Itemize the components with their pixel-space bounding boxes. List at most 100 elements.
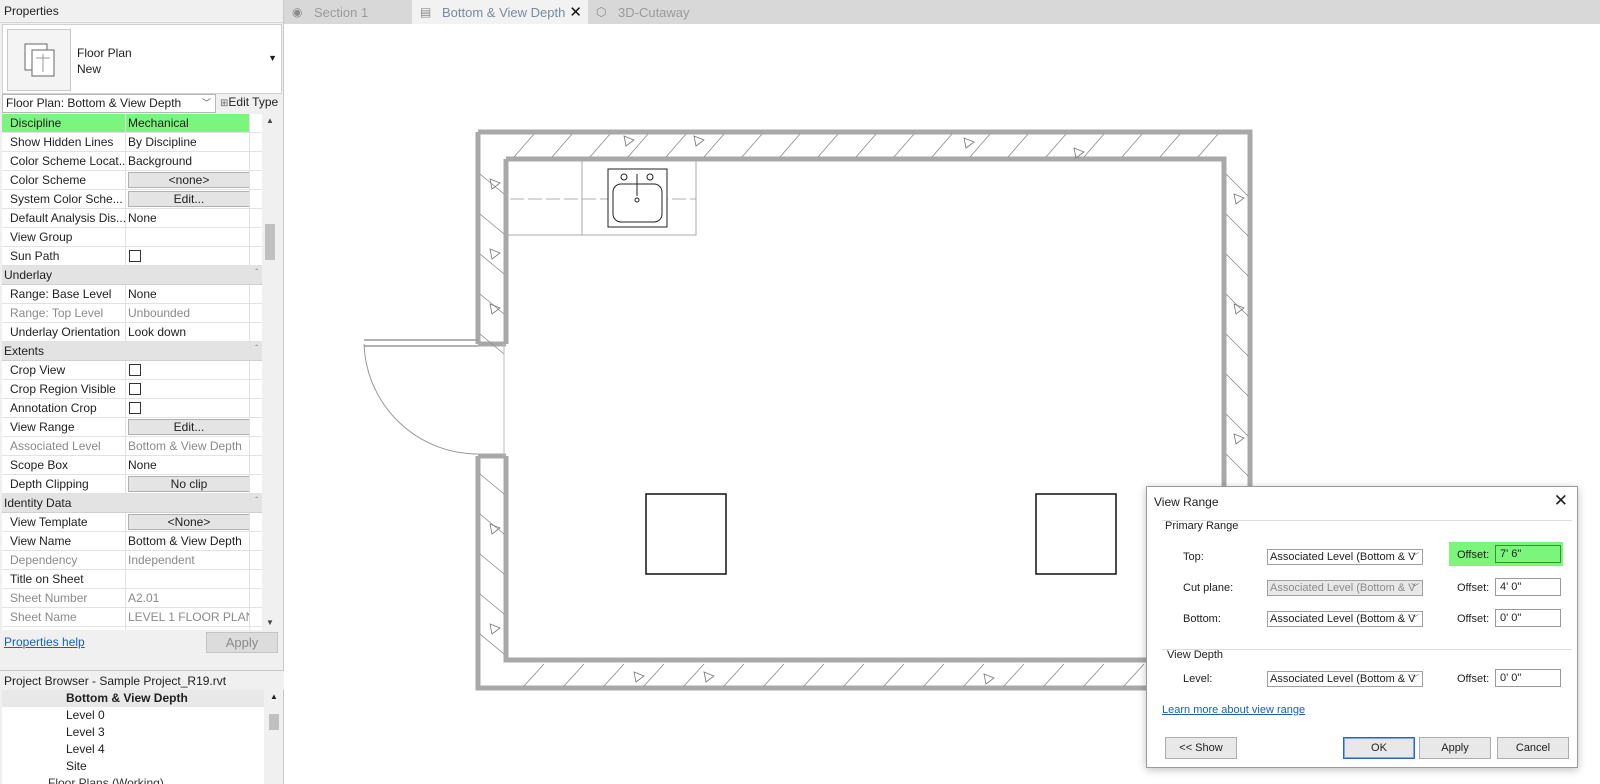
project-browser-scrollbar[interactable]: ▲ <box>266 690 282 784</box>
ok-button[interactable]: OK <box>1343 737 1415 759</box>
property-value[interactable]: By Discipline <box>126 133 250 151</box>
property-value[interactable]: Edit... <box>126 418 250 436</box>
bottom-level-combo[interactable]: Associated Level (Bottom & V ﹀ <box>1267 611 1423 627</box>
property-row-referencing-sheet[interactable]: Referencing Sheet <box>2 627 262 630</box>
browser-item-floor-plans-working[interactable]: Floor Plans (Working) <box>2 775 264 784</box>
property-row-show-hidden-lines[interactable]: Show Hidden Lines By Discipline <box>2 133 262 152</box>
property-row-sheet-number[interactable]: Sheet Number A2.01 <box>2 589 262 608</box>
property-row-color-scheme-locat[interactable]: Color Scheme Locat... Background <box>2 152 262 171</box>
property-button[interactable]: <none> <box>128 172 249 188</box>
property-button[interactable]: <None> <box>128 514 249 530</box>
property-button[interactable]: Edit... <box>128 419 249 435</box>
property-value[interactable] <box>126 247 250 265</box>
property-value[interactable] <box>126 399 250 417</box>
edit-type-button[interactable]: ⊞Edit Type <box>220 95 278 109</box>
property-value[interactable]: <None> <box>126 513 250 531</box>
property-row-color-scheme[interactable]: Color Scheme <none> <box>2 171 262 190</box>
scroll-thumb[interactable] <box>265 224 275 260</box>
property-value[interactable] <box>126 228 250 246</box>
property-row-associated-level[interactable]: Associated Level Bottom & View Depth <box>2 437 262 456</box>
properties-apply-button[interactable]: Apply <box>206 632 278 653</box>
property-value[interactable]: None <box>126 209 250 227</box>
property-value[interactable]: None <box>126 456 250 474</box>
property-button[interactable]: Edit... <box>128 191 249 207</box>
view-depth-level-combo[interactable]: Associated Level (Bottom & V ﹀ <box>1267 671 1423 687</box>
property-value[interactable] <box>126 570 250 588</box>
property-value[interactable]: Bottom & View Depth <box>126 437 250 455</box>
top-level-combo[interactable]: Associated Level (Bottom & V ﹀ <box>1267 549 1423 565</box>
scroll-up-icon[interactable]: ▲ <box>266 690 282 704</box>
property-name: Sheet Name <box>2 608 126 626</box>
property-value[interactable]: Independent <box>126 551 250 569</box>
checkbox[interactable] <box>129 383 141 395</box>
close-icon[interactable]: ✕ <box>1554 491 1568 511</box>
browser-item-bottom-view-depth[interactable]: Bottom & View Depth <box>2 690 264 707</box>
property-value[interactable]: None <box>126 285 250 303</box>
instance-filter-dropdown[interactable]: Floor Plan: Bottom & View Depth ﹀ <box>2 94 216 113</box>
property-row-system-color-sche[interactable]: System Color Sche... Edit... <box>2 190 262 209</box>
show-button[interactable]: << Show <box>1165 737 1237 759</box>
checkbox[interactable] <box>129 402 141 414</box>
property-value[interactable]: Unbounded <box>126 304 250 322</box>
cut-plane-level-combo[interactable]: Associated Level (Bottom & V ﹀ <box>1267 580 1423 596</box>
property-row-dependency[interactable]: Dependency Independent <box>2 551 262 570</box>
property-value[interactable]: LEVEL 1 FLOOR PLAN <box>126 608 250 626</box>
property-row-view-template[interactable]: View Template <None> <box>2 513 262 532</box>
property-value[interactable] <box>126 361 250 379</box>
property-value[interactable]: <none> <box>126 171 250 189</box>
tab-3d-cutaway[interactable]: ⬡ 3D-Cutaway <box>588 0 728 24</box>
tab-bottom-view-depth[interactable]: ▤ Bottom & View Depth ✕ <box>412 0 588 24</box>
learn-more-link[interactable]: Learn more about view range <box>1162 704 1305 716</box>
browser-item-site[interactable]: Site <box>2 758 264 775</box>
group-header-underlay[interactable]: Underlay ˆ <box>2 266 262 285</box>
view-depth-offset-input[interactable]: 0' 0" <box>1495 669 1561 687</box>
checkbox[interactable] <box>129 250 141 262</box>
property-row-range-top-level[interactable]: Range: Top Level Unbounded <box>2 304 262 323</box>
property-row-view-group[interactable]: View Group <box>2 228 262 247</box>
property-value[interactable]: A2.01 <box>126 589 250 607</box>
property-row-discipline[interactable]: Discipline Mechanical <box>2 114 262 133</box>
property-row-scope-box[interactable]: Scope Box None <box>2 456 262 475</box>
scroll-thumb[interactable] <box>269 714 279 730</box>
browser-item-level-3[interactable]: Level 3 <box>2 724 264 741</box>
property-row-crop-view[interactable]: Crop View <box>2 361 262 380</box>
property-row-depth-clipping[interactable]: Depth Clipping No clip <box>2 475 262 494</box>
property-row-underlay-orientation[interactable]: Underlay Orientation Look down <box>2 323 262 342</box>
property-value[interactable]: Bottom & View Depth <box>126 532 250 550</box>
group-header-identity[interactable]: Identity Data ˆ <box>2 494 262 513</box>
property-value[interactable]: No clip <box>126 475 250 493</box>
scroll-up-icon[interactable]: ▲ <box>262 114 278 128</box>
properties-help-link[interactable]: Properties help <box>4 635 85 649</box>
property-value[interactable]: Look down <box>126 323 250 341</box>
property-row-view-name[interactable]: View Name Bottom & View Depth <box>2 532 262 551</box>
property-value[interactable]: Mechanical <box>126 114 250 132</box>
top-offset-input[interactable]: 7' 6" <box>1495 545 1561 563</box>
tab-section-1[interactable]: ◉ Section 1 <box>284 0 412 24</box>
property-row-range-base-level[interactable]: Range: Base Level None <box>2 285 262 304</box>
property-value[interactable]: Edit... <box>126 190 250 208</box>
cancel-button[interactable]: Cancel <box>1497 737 1569 759</box>
type-dropdown-icon[interactable]: ▼ <box>268 53 277 63</box>
property-row-crop-region-visible[interactable]: Crop Region Visible <box>2 380 262 399</box>
property-value[interactable]: Background <box>126 152 250 170</box>
browser-item-level-4[interactable]: Level 4 <box>2 741 264 758</box>
property-row-sheet-name[interactable]: Sheet Name LEVEL 1 FLOOR PLAN <box>2 608 262 627</box>
group-header-extents[interactable]: Extents ˆ <box>2 342 262 361</box>
property-row-annotation-crop[interactable]: Annotation Crop <box>2 399 262 418</box>
bottom-offset-input[interactable]: 0' 0" <box>1495 609 1561 627</box>
type-selector[interactable]: Floor Plan New ▼ <box>2 24 282 94</box>
scroll-down-icon[interactable]: ▼ <box>262 616 278 630</box>
property-value[interactable] <box>126 380 250 398</box>
properties-scrollbar[interactable]: ▲ ▼ <box>262 114 278 630</box>
property-row-title-on-sheet[interactable]: Title on Sheet <box>2 570 262 589</box>
checkbox[interactable] <box>129 364 141 376</box>
property-button[interactable]: No clip <box>128 476 249 492</box>
cut-plane-offset-input[interactable]: 4' 0" <box>1495 578 1561 596</box>
property-row-view-range[interactable]: View Range Edit... <box>2 418 262 437</box>
property-row-default-analysis-dis[interactable]: Default Analysis Dis... None <box>2 209 262 228</box>
close-tab-icon[interactable]: ✕ <box>569 0 582 25</box>
property-value[interactable] <box>126 627 250 630</box>
apply-button[interactable]: Apply <box>1419 737 1491 759</box>
property-row-sun-path[interactable]: Sun Path <box>2 247 262 266</box>
browser-item-level-0[interactable]: Level 0 <box>2 707 264 724</box>
